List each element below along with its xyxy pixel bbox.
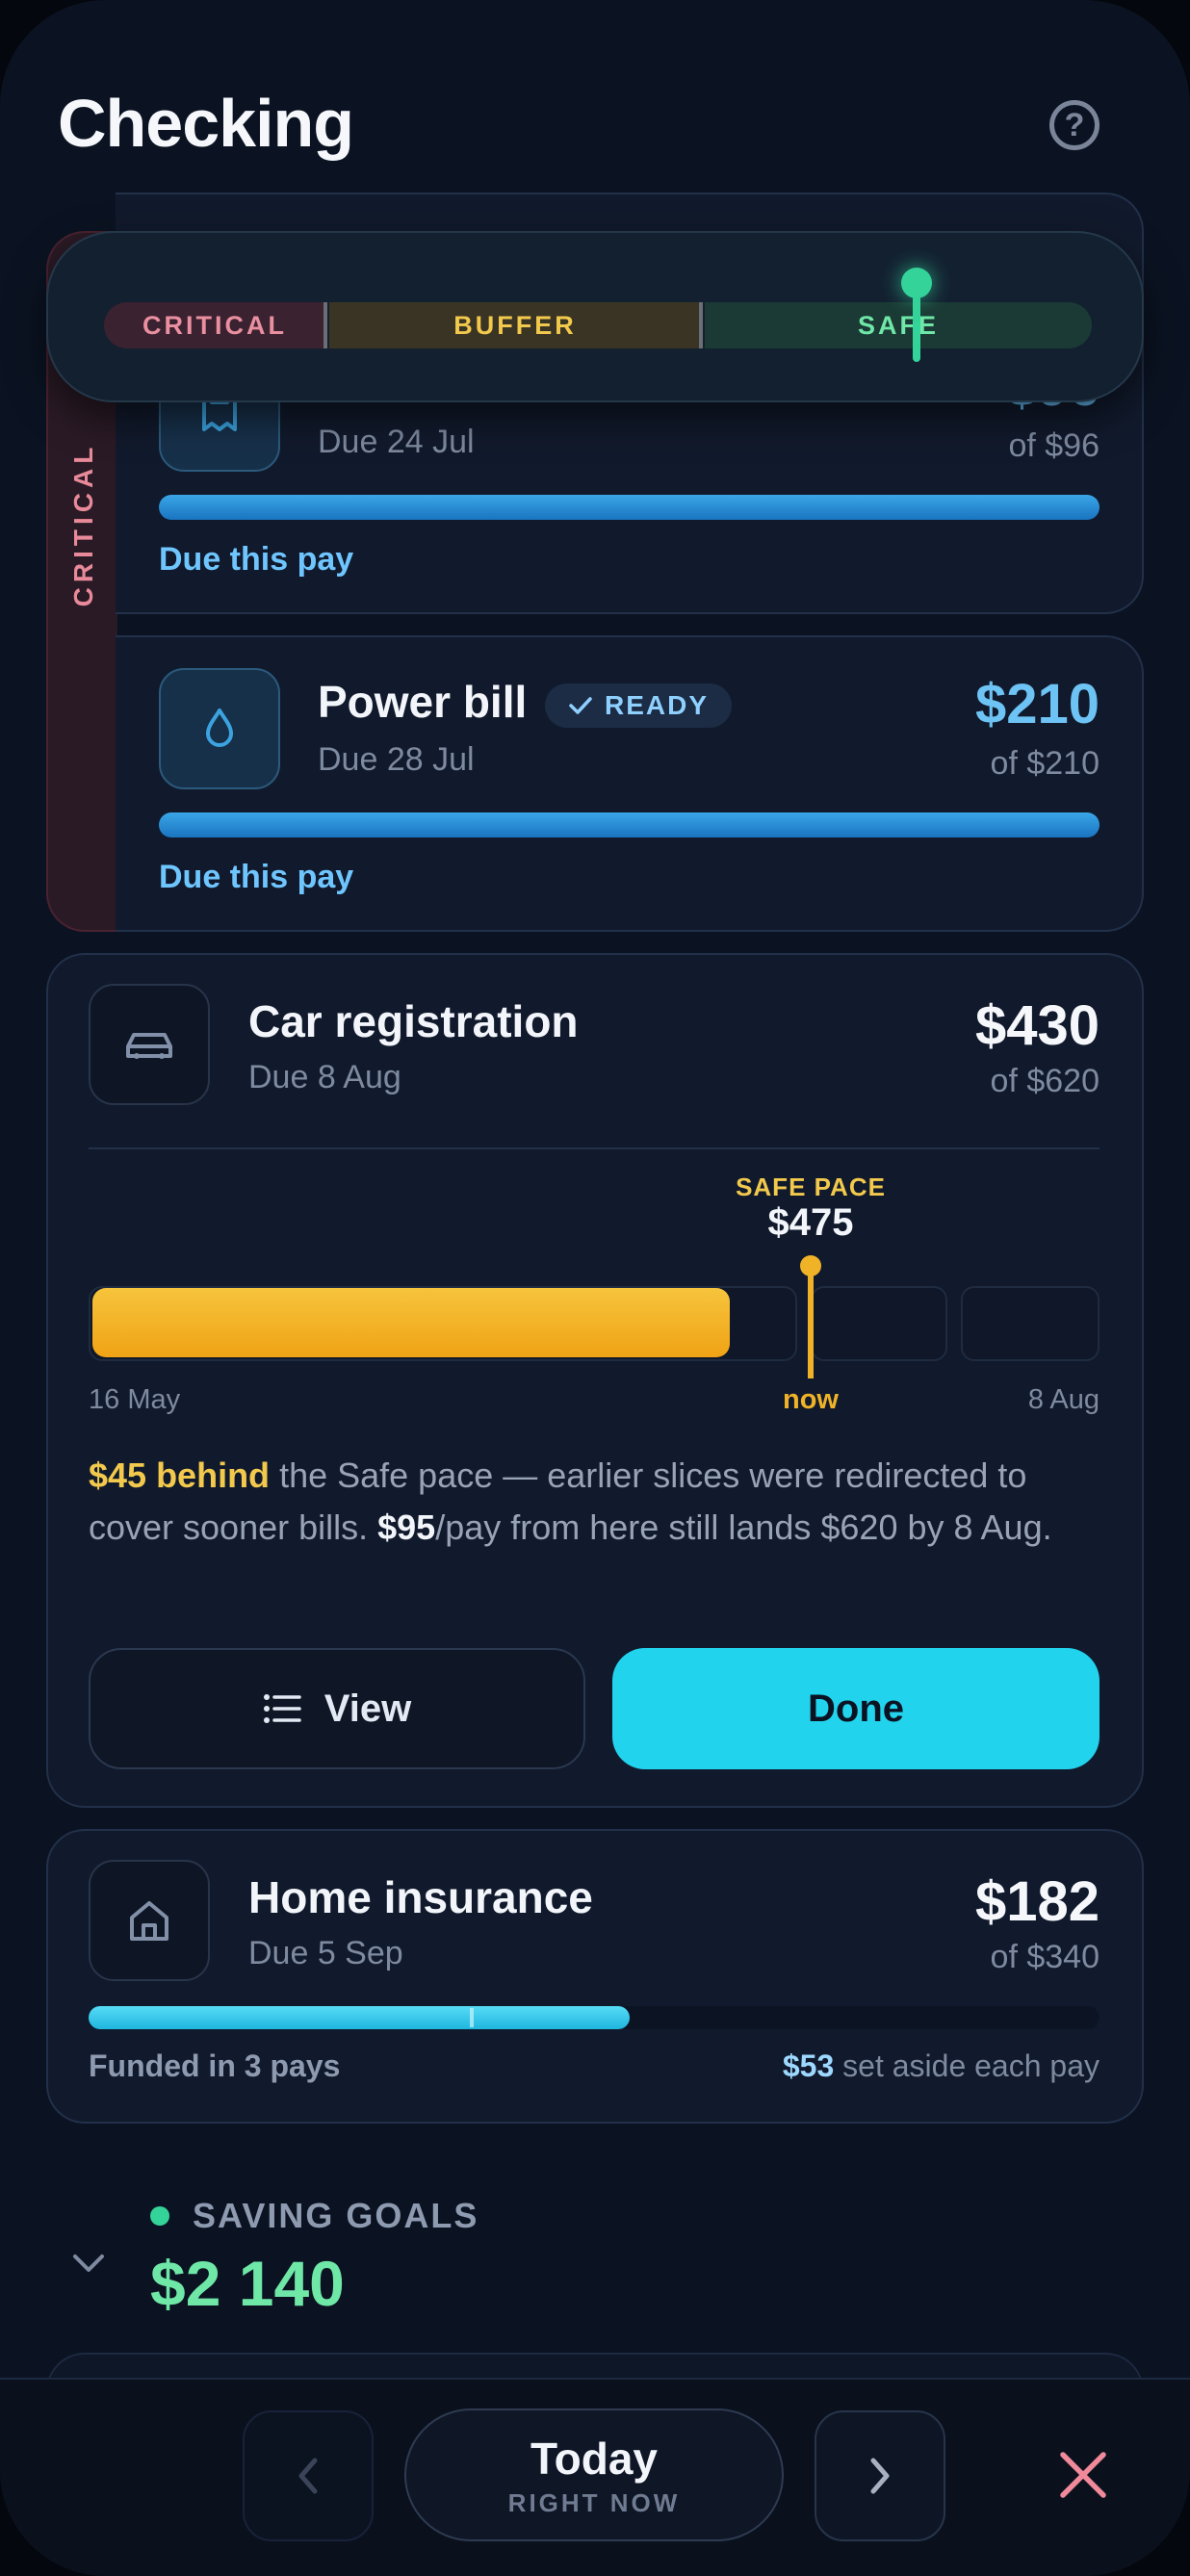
car-icon: [89, 984, 210, 1105]
bill-progress-fill: [159, 495, 1099, 520]
bill-target: of $210: [990, 745, 1099, 782]
bill-progress: [159, 495, 1099, 520]
chevron-right-icon: [870, 2458, 890, 2494]
bill-due-date: Due 8 Aug: [248, 1059, 401, 1095]
chevron-left-icon: [298, 2458, 318, 2494]
now-marker: [808, 1269, 814, 1378]
home-insurance-progress-fill: [89, 2006, 630, 2029]
home-insurance-progress: [89, 2006, 1099, 2029]
bill-name: Power bill: [318, 677, 528, 727]
buffer-status-meter: CRITICAL BUFFER SAFE: [46, 231, 1144, 402]
close-icon[interactable]: [1053, 2445, 1113, 2505]
timeline-end-label: 8 Aug: [1027, 1384, 1099, 1415]
bill-amount: $182: [974, 1870, 1099, 1933]
pay-slice: [811, 1286, 947, 1361]
ready-badge-label: READY: [605, 690, 710, 720]
meter-needle-dot: [901, 268, 932, 298]
set-aside-text: $53 set aside each pay: [782, 2048, 1099, 2083]
progress-tick: [470, 2008, 474, 2027]
timeline-now-label: now: [783, 1384, 839, 1415]
bill-status-text: Due this pay: [159, 859, 354, 895]
bill-progress-fill: [159, 812, 1099, 837]
view-button-label: View: [323, 1687, 412, 1730]
saving-goals-label: SAVING GOALS: [193, 2196, 479, 2235]
now-marker-dot: [800, 1255, 821, 1276]
today-sublabel: RIGHT NOW: [507, 2487, 681, 2517]
today-button[interactable]: Today RIGHT NOW: [404, 2409, 784, 2541]
meter-divider: [323, 302, 327, 348]
safe-pace-label: SAFE PACE: [736, 1172, 886, 1201]
view-button[interactable]: View: [89, 1648, 585, 1769]
timeline-start-label: 16 May: [89, 1384, 181, 1415]
funded-in-pays: Funded in 3 pays: [89, 2048, 341, 2083]
help-icon[interactable]: ?: [1049, 100, 1099, 150]
behind-amount: $45 behind: [89, 1455, 271, 1495]
status-dot: [150, 2206, 169, 2226]
bill-target: of $96: [1008, 427, 1099, 464]
set-aside-amount: $53: [782, 2048, 835, 2083]
next-button[interactable]: [815, 2410, 945, 2541]
app-screen: Checking ? CRITICAL Due 24 Jul $96 of $9…: [0, 0, 1190, 2576]
per-pay-amount: $95: [377, 1507, 436, 1547]
bill-due-date: Due 24 Jul: [318, 424, 475, 460]
ready-badge: READY: [545, 683, 733, 728]
home-icon: [89, 1860, 210, 1981]
card-divider: [89, 1147, 1099, 1149]
saving-goals-amount[interactable]: $2 140: [150, 2247, 345, 2320]
water-drop-icon: [159, 668, 280, 789]
done-button[interactable]: Done: [612, 1648, 1099, 1769]
list-icon: [263, 1694, 301, 1723]
previous-button[interactable]: [243, 2410, 374, 2541]
pay-slice: [961, 1286, 1099, 1361]
critical-group-label: CRITICAL: [68, 442, 98, 607]
chevron-down-icon[interactable]: [69, 2245, 108, 2283]
safe-pace-value: $475: [767, 1201, 854, 1244]
check-icon: [569, 697, 592, 714]
bill-target: of $340: [990, 1939, 1099, 1975]
bill-amount: $430: [974, 994, 1099, 1057]
meter-segment-buffer: BUFFER: [329, 302, 701, 348]
bill-due-date: Due 28 Jul: [318, 741, 475, 778]
meter-segment-critical: CRITICAL: [104, 302, 325, 348]
funding-progress-fill: [92, 1288, 730, 1357]
bill-due-date: Due 5 Sep: [248, 1935, 403, 1971]
bill-progress: [159, 812, 1099, 837]
bill-name: Home insurance: [248, 1872, 593, 1922]
bill-amount: $210: [974, 673, 1099, 735]
meter-segment-safe: SAFE: [705, 302, 1092, 348]
pace-explanation: $45 behind the Safe pace — earlier slice…: [89, 1455, 1052, 1547]
bill-status-text: Due this pay: [159, 541, 354, 578]
page-title: Checking: [58, 86, 354, 161]
today-label: Today: [530, 2433, 659, 2484]
meter-divider: [699, 302, 703, 348]
bill-target: of $620: [990, 1063, 1099, 1099]
bill-name: Car registration: [248, 996, 579, 1046]
